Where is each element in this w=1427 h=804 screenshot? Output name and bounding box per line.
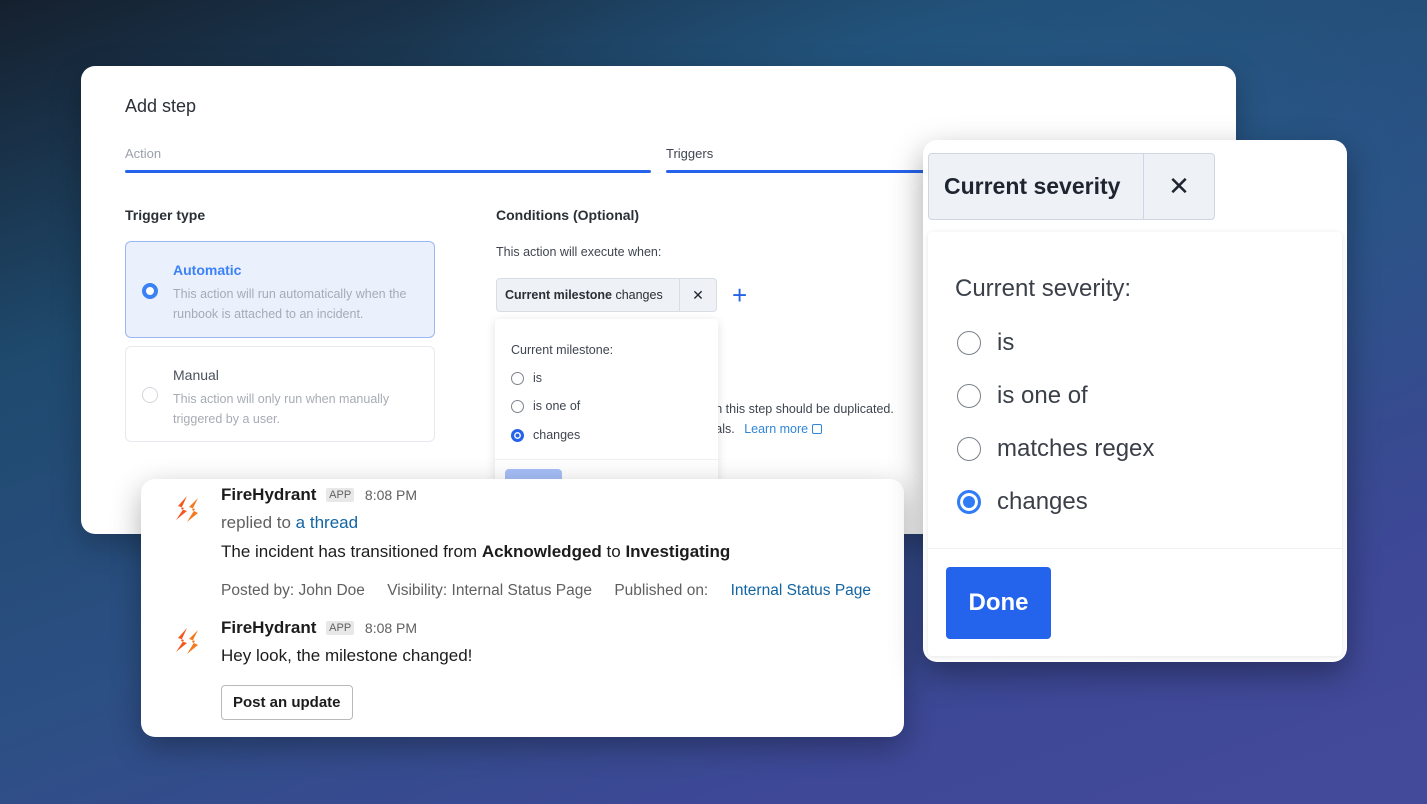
sender-line: FireHydrant APP 8:08 PM	[221, 485, 417, 505]
option-title: Manual	[173, 367, 219, 383]
radio[interactable]	[957, 331, 981, 355]
radio[interactable]	[957, 437, 981, 461]
operator-option-matches-regex[interactable]: matches regex	[957, 435, 1154, 463]
conditions-intro: This action will execute when:	[496, 245, 662, 259]
duplication-text: ch this step should be duplicated.	[709, 402, 894, 416]
condition-chip[interactable]: Current milestone changes ✕	[496, 278, 717, 312]
message-body: Hey look, the milestone changed!	[221, 646, 473, 665]
learn-more-link[interactable]: Learn more	[744, 422, 823, 436]
option-title: Automatic	[173, 262, 242, 278]
radio-checked[interactable]	[511, 428, 524, 442]
close-icon[interactable]: ✕	[679, 279, 716, 311]
done-button[interactable]: Done	[946, 567, 1051, 639]
visibility: Visibility: Internal Status Page	[387, 582, 592, 599]
radio[interactable]	[511, 399, 524, 413]
divider	[928, 548, 1342, 549]
conditions-heading: Conditions (Optional)	[496, 207, 640, 223]
radio[interactable]	[511, 371, 524, 385]
trigger-option-automatic[interactable]: Automatic This action will run automatic…	[125, 241, 435, 338]
message-meta: Posted by: John Doe Visibility: Internal…	[221, 582, 907, 600]
app-badge: APP	[326, 621, 355, 635]
operator-option-is-one-of[interactable]: is one of	[511, 399, 580, 413]
app-badge: APP	[326, 488, 355, 502]
dialog-title: Add step	[125, 96, 197, 116]
popover-label: Current severity:	[955, 275, 1132, 302]
operator-option-is[interactable]: is	[957, 329, 1014, 357]
message-body: The incident has transitioned from Ackno…	[221, 542, 731, 561]
operator-option-changes[interactable]: changes	[511, 428, 580, 442]
divider	[495, 459, 718, 460]
status-page-link[interactable]: Internal Status Page	[731, 582, 871, 599]
tab-triggers[interactable]: Triggers	[666, 146, 713, 161]
radio-manual[interactable]	[142, 387, 158, 403]
thread-link[interactable]: a thread	[296, 513, 358, 532]
radio-checked[interactable]	[957, 490, 981, 514]
operator-option-is[interactable]: is	[511, 371, 542, 385]
slack-messages: FireHydrant APP 8:08 PM replied to a thr…	[141, 479, 904, 737]
posted-by: Posted by: John Doe	[221, 582, 365, 599]
operator-option-is-one-of[interactable]: is one of	[957, 382, 1088, 410]
close-icon[interactable]: ✕	[1143, 154, 1214, 219]
firehydrant-logo-icon	[176, 496, 198, 522]
reply-line: replied to a thread	[221, 513, 359, 532]
severity-chip[interactable]: Current severity ✕	[928, 153, 1215, 220]
operator-option-changes[interactable]: changes	[957, 488, 1088, 516]
trigger-option-manual[interactable]: Manual This action will only run when ma…	[125, 346, 435, 442]
radio-automatic[interactable]	[142, 283, 158, 299]
severity-operator-popover: Current severity: is is one of matches r…	[928, 232, 1342, 656]
tab-triggers-indicator	[666, 170, 966, 173]
sender-name[interactable]: FireHydrant	[221, 618, 316, 637]
condition-chip-label: Current milestone changes	[505, 288, 663, 302]
sender-name[interactable]: FireHydrant	[221, 485, 316, 504]
external-link-icon	[812, 424, 823, 434]
tab-action[interactable]: Action	[125, 146, 161, 161]
severity-condition-card: Current severity ✕ Current severity: is …	[923, 140, 1347, 662]
tab-action-indicator	[125, 170, 651, 173]
message-time[interactable]: 8:08 PM	[365, 620, 417, 636]
radio[interactable]	[957, 384, 981, 408]
firehydrant-logo-icon	[176, 628, 198, 654]
post-update-button[interactable]: Post an update	[221, 685, 353, 720]
sender-line: FireHydrant APP 8:08 PM	[221, 618, 417, 638]
popover-label: Current milestone:	[511, 343, 614, 357]
option-description: This action will only run when manually …	[173, 392, 390, 426]
trigger-type-heading: Trigger type	[125, 207, 206, 223]
plus-icon[interactable]: +	[732, 278, 747, 312]
published-on: Published on: Internal Status Page	[614, 582, 872, 599]
option-description: This action will run automatically when …	[173, 287, 407, 321]
severity-chip-label: Current severity	[944, 173, 1121, 199]
duplication-text-2: vals. Learn more	[709, 422, 823, 436]
message-time[interactable]: 8:08 PM	[365, 487, 417, 503]
